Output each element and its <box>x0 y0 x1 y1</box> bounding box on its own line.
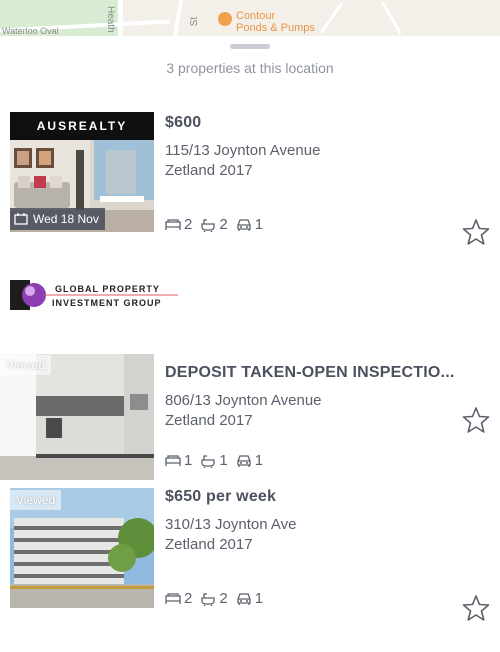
listing-suburb: Zetland 2017 <box>165 162 253 179</box>
bed-icon <box>165 454 181 466</box>
map-label-street: St <box>189 16 201 27</box>
inspection-badge: Wed 18 Nov <box>10 208 105 230</box>
agency-name-line2: INVESTMENT GROUP <box>52 298 162 308</box>
map-label-street-vertical: Heath St <box>105 6 116 36</box>
car-icon <box>237 218 251 231</box>
sheet-drag-handle[interactable] <box>230 44 270 49</box>
map-road <box>118 0 123 36</box>
listing-card[interactable]: GLOBAL PROPERTY INVESTMENT GROUP Viewed … <box>0 276 500 480</box>
listing-features: 1 1 1 <box>165 452 271 469</box>
agency-name-line1: GLOBAL PROPERTY <box>55 284 160 294</box>
viewed-badge: Viewed <box>0 355 52 375</box>
map-poi-pin-icon[interactable] <box>218 12 232 26</box>
bed-icon <box>165 218 181 230</box>
bed-icon <box>165 592 181 604</box>
listing-features: 2 2 1 <box>165 590 271 607</box>
bedroom-count: 2 <box>184 216 193 233</box>
property-count: 3 properties at this location <box>166 60 334 76</box>
favourite-star-icon[interactable] <box>462 406 490 434</box>
listing-price: $600 <box>165 114 202 131</box>
car-icon <box>237 454 251 467</box>
bath-icon <box>201 218 215 232</box>
parking-count: 1 <box>254 452 264 469</box>
bath-icon <box>201 454 215 468</box>
listing-address: 115/13 Joynton Avenue <box>165 142 321 159</box>
parking-count: 1 <box>254 216 264 233</box>
listing-address: 310/13 Joynton Ave <box>165 516 297 533</box>
favourite-star-icon[interactable] <box>462 594 490 622</box>
map-road <box>172 0 184 36</box>
inspection-date: Wed 18 Nov <box>33 212 99 226</box>
bedroom-count: 1 <box>184 452 193 469</box>
favourite-star-icon[interactable] <box>462 218 490 246</box>
map-label-oval: Waterloo Oval <box>2 26 59 36</box>
listing-suburb: Zetland 2017 <box>165 412 253 429</box>
calendar-icon <box>14 213 28 225</box>
bathroom-count: 2 <box>219 590 228 607</box>
parking-count: 1 <box>254 590 264 607</box>
map-road <box>319 2 344 34</box>
listings-sheet: 3 properties at this location AUSREALTY <box>0 36 500 652</box>
map-road <box>381 1 402 35</box>
car-icon <box>237 592 251 605</box>
bathroom-count: 1 <box>219 452 228 469</box>
bathroom-count: 2 <box>219 216 228 233</box>
listing-address: 806/13 Joynton Avenue <box>165 392 322 409</box>
listing-suburb: Zetland 2017 <box>165 536 253 553</box>
bath-icon <box>201 592 215 606</box>
listing-card[interactable]: Viewed $650 per week 310/13 Joynton Ave … <box>0 486 500 646</box>
map-poi-name-1: Contour <box>236 10 276 22</box>
listing-features: 2 2 1 <box>165 216 271 233</box>
map-poi-name-2: Ponds & Pumps <box>236 22 315 34</box>
map-poi-label[interactable]: Contour Ponds & Pumps <box>236 10 315 34</box>
listing-price: $650 per week <box>165 488 277 505</box>
map-view[interactable]: Waterloo Oval Heath St St Contour Ponds … <box>0 0 500 36</box>
viewed-badge: Viewed <box>10 490 62 510</box>
bedroom-count: 2 <box>184 590 193 607</box>
listing-price: DEPOSIT TAKEN-OPEN INSPECTIO... <box>165 364 455 381</box>
listing-card[interactable]: AUSREALTY Wed 18 Nov $600 115/13 Joynton… <box>0 110 500 245</box>
agency-logo: AUSREALTY <box>10 112 154 140</box>
